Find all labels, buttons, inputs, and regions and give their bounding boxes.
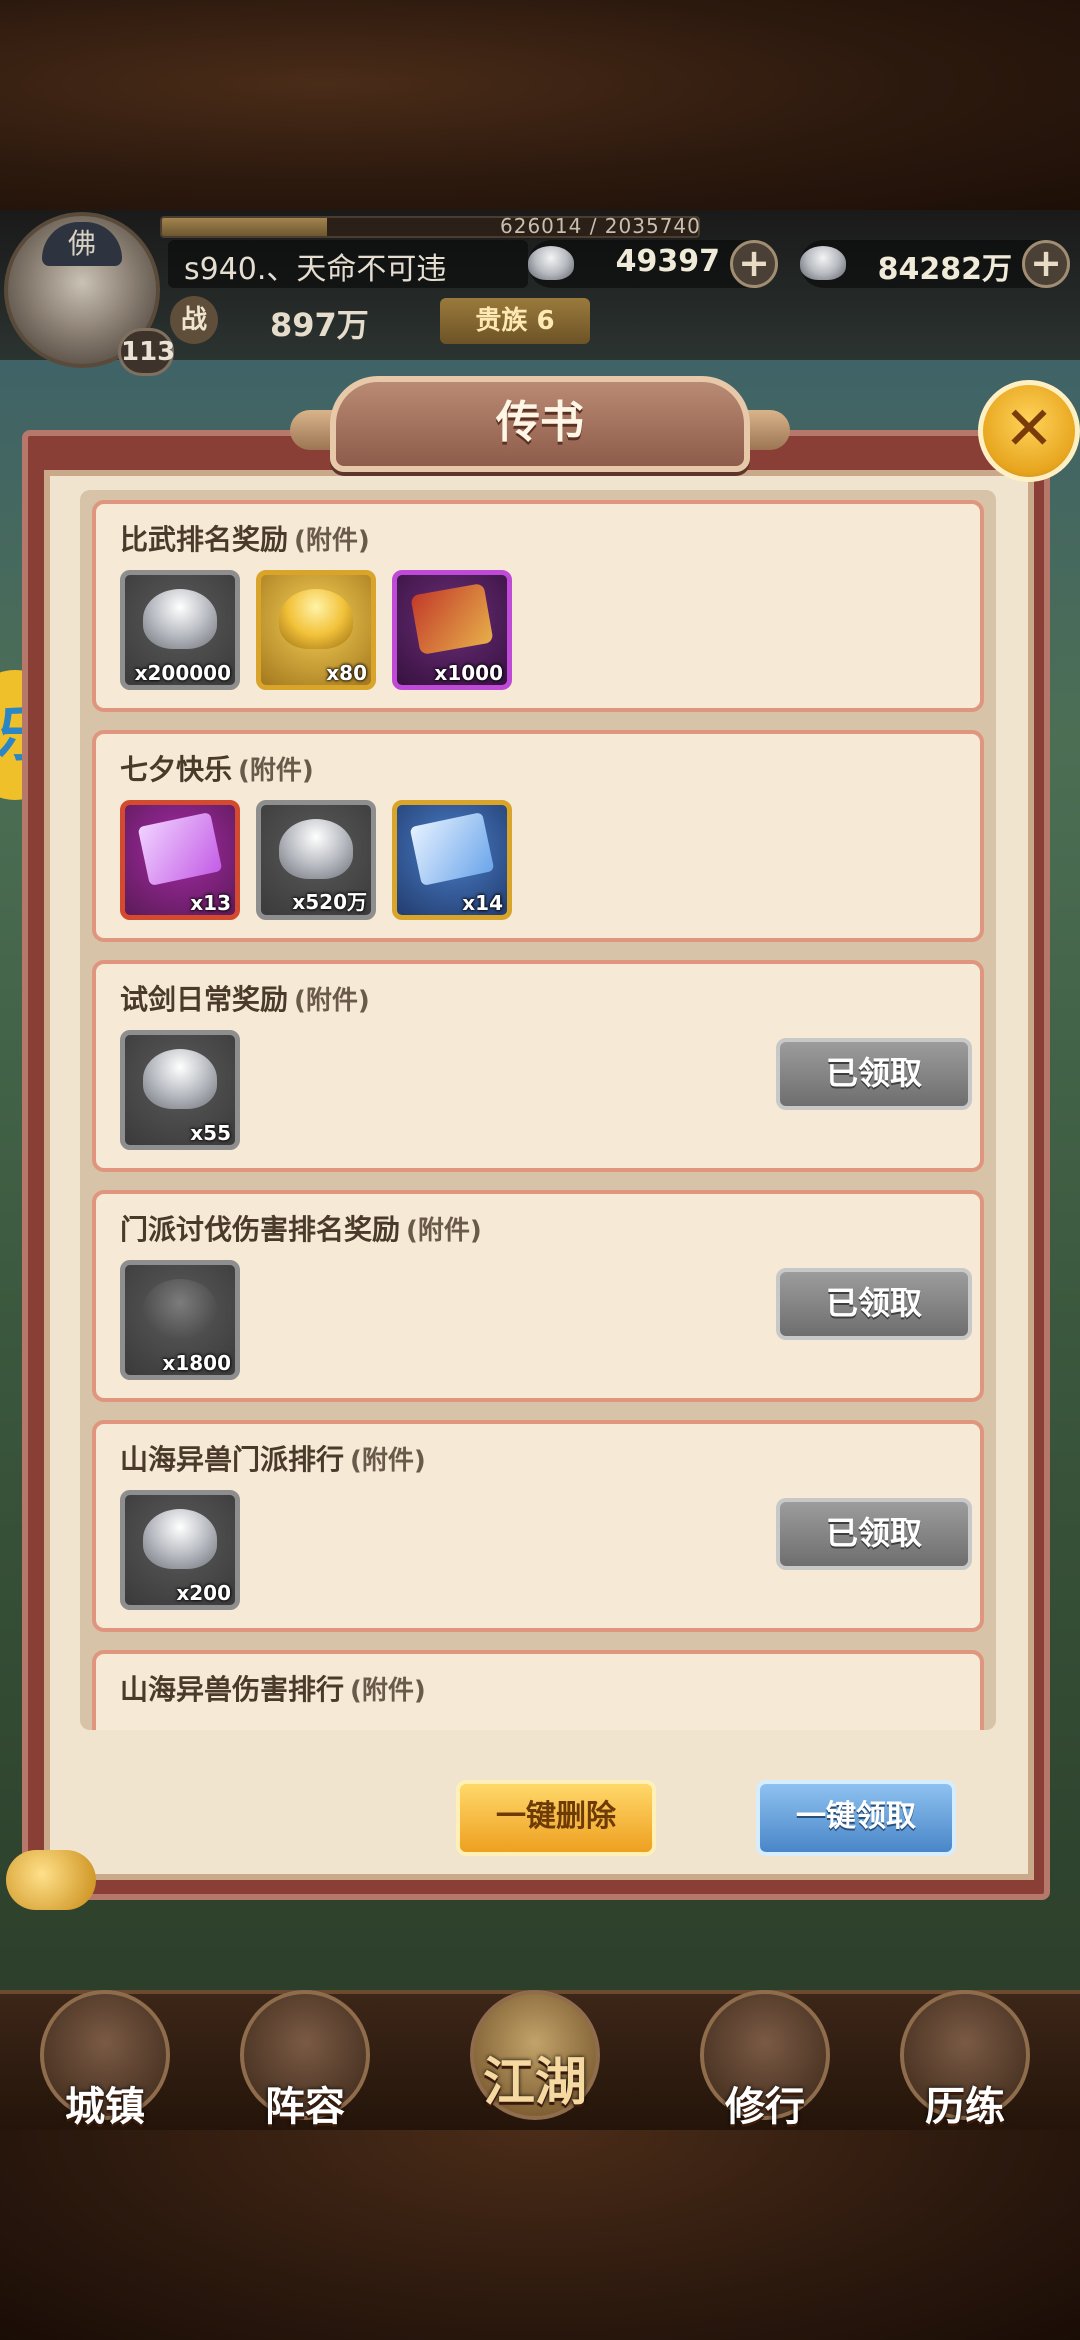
close-button[interactable]: ✕ [978, 380, 1080, 482]
nav-label: 江湖 [482, 2053, 587, 2113]
item-count: x13 [190, 891, 231, 915]
scroll-blue-icon [409, 811, 495, 887]
mail-title-text: 山海异兽门派排行 [120, 1443, 345, 1476]
mail-title-text: 七夕快乐 [120, 753, 233, 786]
mail-card[interactable]: 门派讨伐伤害排名奖励 (附件) x1800 已领取 [92, 1190, 984, 1402]
silver-icon [143, 1509, 217, 1569]
item-count: x200000 [134, 661, 231, 685]
mail-card[interactable]: 试剑日常奖励 (附件) x55 已领取 [92, 960, 984, 1172]
dialog-corner-ornament [6, 1850, 96, 1910]
item-count: x1000 [434, 661, 503, 685]
mail-attachment-tag: (附件) [238, 756, 314, 786]
silver-currency: 49397 + [528, 240, 778, 288]
ingot-add-button[interactable]: + [1022, 240, 1070, 288]
attachment-item[interactable]: x14 [392, 800, 512, 920]
mail-title-text: 门派讨伐伤害排名奖励 [120, 1213, 401, 1246]
item-count: x14 [462, 891, 503, 915]
silver-icon [279, 819, 353, 879]
mail-card[interactable]: 比武排名奖励 (附件) x200000 x80 x1000 [92, 500, 984, 712]
silver-icon [143, 589, 217, 649]
mail-card[interactable]: 山海异兽伤害排行 (附件) [92, 1650, 984, 1730]
level-badge: 113 [118, 328, 175, 376]
nav-label: 修行 [725, 2084, 805, 2130]
silver-icon [143, 1049, 217, 1109]
mail-attachment-tag: (附件) [294, 526, 370, 556]
item-count: x200 [176, 1581, 231, 1605]
mail-title-text: 比武排名奖励 [120, 523, 289, 556]
attachment-item[interactable]: x55 [120, 1030, 240, 1150]
mail-title: 比武排名奖励 (附件) [120, 518, 370, 558]
attachment-item[interactable]: x1000 [392, 570, 512, 690]
attachment-item[interactable]: x520万 [256, 800, 376, 920]
silver-value: 49397 [615, 244, 720, 279]
noble-badge[interactable]: 贵族 6 [440, 298, 590, 344]
mail-title: 门派讨伐伤害排名奖励 (附件) [120, 1208, 482, 1248]
silver-add-button[interactable]: + [730, 240, 778, 288]
nav-item-jianghu[interactable]: 江湖 [460, 1990, 610, 2130]
nav-item-cultivate[interactable]: 修行 [690, 1990, 840, 2130]
player-name: s940.、天命不可违 [184, 252, 447, 287]
power-value: 897万 [270, 306, 369, 344]
mail-list[interactable]: 比武排名奖励 (附件) x200000 x80 x1000 七夕快乐 (附件) x13 x520… [80, 490, 996, 1730]
mail-title-text: 试剑日常奖励 [120, 983, 289, 1016]
mail-attachment-tag: (附件) [350, 1676, 426, 1706]
item-count: x520万 [292, 890, 367, 914]
exp-text: 626014 / 2035740 [500, 214, 701, 238]
attachment-item[interactable]: x200000 [120, 570, 240, 690]
power-icon: 战 [170, 296, 218, 344]
gold-icon [279, 589, 353, 649]
exp-bar-fill [162, 218, 327, 236]
card-icon [410, 583, 494, 655]
claimed-button[interactable]: 已领取 [776, 1038, 972, 1110]
dialog-title-plate: 传书 [330, 376, 750, 472]
delete-all-button[interactable]: 一键删除 [456, 1780, 656, 1856]
mail-attachment-tag: (附件) [406, 1216, 482, 1246]
mail-title: 试剑日常奖励 (附件) [120, 978, 370, 1018]
nav-item-training[interactable]: 历练 [890, 1990, 1040, 2130]
mail-attachment-tag: (附件) [350, 1446, 426, 1476]
claimed-button[interactable]: 已领取 [776, 1498, 972, 1570]
background-top [0, 0, 1080, 210]
ingot-icon [800, 246, 846, 280]
claimed-button[interactable]: 已领取 [776, 1268, 972, 1340]
nav-item-town[interactable]: 城镇 [30, 1990, 180, 2130]
ingot-currency: 84282万 + [800, 240, 1070, 288]
mail-attachment-tag: (附件) [294, 986, 370, 1016]
nav-label: 城镇 [65, 2084, 145, 2130]
mail-card[interactable]: 山海异兽门派排行 (附件) x200 已领取 [92, 1420, 984, 1632]
mail-title: 七夕快乐 (附件) [120, 748, 314, 788]
silver-icon [528, 246, 574, 280]
attachment-item[interactable]: x1800 [120, 1260, 240, 1380]
item-count: x80 [326, 661, 367, 685]
nav-label: 历练 [925, 2084, 1005, 2130]
item-count: x55 [190, 1121, 231, 1145]
dialog-title: 传书 [496, 397, 584, 448]
item-count: x1800 [162, 1351, 231, 1375]
mail-title: 山海异兽伤害排行 (附件) [120, 1668, 426, 1708]
attachment-item[interactable]: x13 [120, 800, 240, 920]
mail-title-text: 山海异兽伤害排行 [120, 1673, 345, 1706]
ingot-value: 84282万 [877, 252, 1012, 287]
token-icon [143, 1279, 217, 1339]
mail-card[interactable]: 七夕快乐 (附件) x13 x520万 x14 [92, 730, 984, 942]
mail-title: 山海异兽门派排行 (附件) [120, 1438, 426, 1478]
avatar-cap-icon: 佛 [42, 222, 122, 266]
attachment-item[interactable]: x80 [256, 570, 376, 690]
attachment-item[interactable]: x200 [120, 1490, 240, 1610]
nav-label: 阵容 [265, 2084, 345, 2130]
nav-item-lineup[interactable]: 阵容 [230, 1990, 380, 2130]
claim-all-button[interactable]: 一键领取 [756, 1780, 956, 1856]
scroll-purple-icon [137, 811, 223, 887]
